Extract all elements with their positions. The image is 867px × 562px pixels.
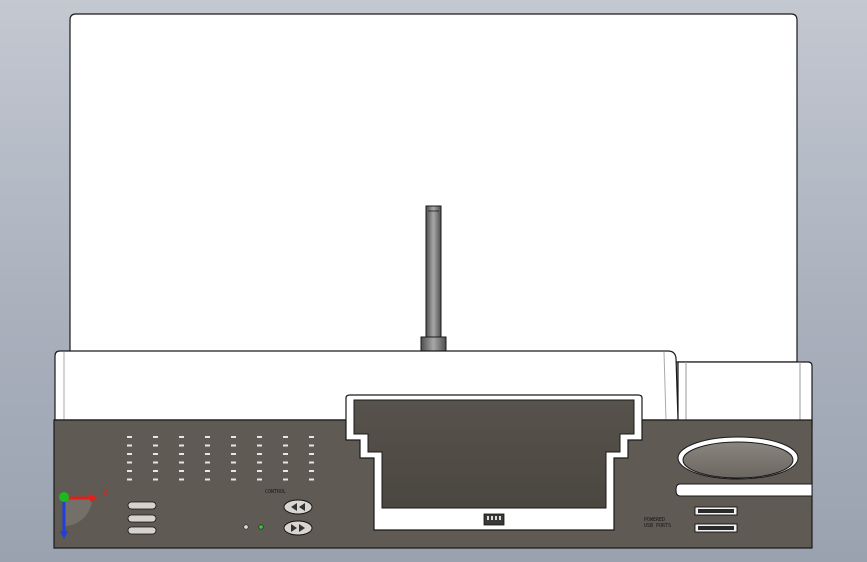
grille-hole <box>205 461 210 464</box>
grille-hole <box>283 478 288 481</box>
grille-hole <box>283 453 288 455</box>
x-axis-label: X <box>102 489 108 499</box>
grille-hole <box>231 478 236 481</box>
grille-hole <box>231 436 236 438</box>
grille-hole <box>231 444 236 447</box>
grille-hole <box>205 436 210 438</box>
grille-hole <box>179 436 184 438</box>
grille-hole <box>127 461 132 464</box>
grille-hole <box>257 444 262 447</box>
grille-hole <box>257 470 262 472</box>
grille-hole <box>205 470 210 472</box>
grille-hole <box>179 478 184 481</box>
grille-hole <box>283 461 288 464</box>
grille-hole <box>309 478 314 481</box>
right-riser-block <box>677 361 813 427</box>
grille-hole <box>231 470 236 472</box>
model-drawing: CONTROL POWERED USB PORTS X <box>53 13 813 549</box>
grille-hole <box>179 453 184 455</box>
status-led-2 <box>258 524 264 530</box>
grille-hole <box>283 436 288 438</box>
control-label: CONTROL <box>265 489 286 495</box>
grille-hole <box>127 478 132 481</box>
grille-hole <box>309 436 314 438</box>
grille-hole <box>153 470 158 472</box>
slot-buttons <box>127 501 157 535</box>
grille-hole <box>179 470 184 472</box>
right-ledge <box>675 483 813 497</box>
ports-label-line-2: USB PORTS <box>644 523 671 529</box>
grille-hole <box>127 453 132 455</box>
grille-hole <box>257 436 262 438</box>
grille-hole <box>127 470 132 472</box>
grille-hole <box>309 470 314 472</box>
grille-hole <box>309 461 314 464</box>
grille-hole <box>153 478 158 481</box>
grille-hole <box>205 453 210 455</box>
grille-hole <box>283 444 288 447</box>
grille-hole <box>231 461 236 464</box>
grille-hole <box>179 461 184 464</box>
grille-hole <box>231 453 236 455</box>
cradle-tray <box>353 399 635 509</box>
grille-hole <box>205 444 210 447</box>
cradle-connector <box>483 513 505 526</box>
grille-hole <box>257 461 262 464</box>
grille-hole <box>153 436 158 438</box>
grille-hole <box>153 444 158 447</box>
grille-hole <box>283 470 288 472</box>
grille-hole <box>257 453 262 455</box>
cad-viewport[interactable]: CONTROL POWERED USB PORTS X <box>0 0 867 562</box>
grille-hole <box>309 453 314 455</box>
status-led-1 <box>243 524 249 530</box>
grille-hole <box>153 461 158 464</box>
grille-hole <box>153 453 158 455</box>
grille-hole <box>127 436 132 438</box>
grille-hole <box>127 444 132 447</box>
round-dish <box>677 436 799 480</box>
grille-hole <box>257 478 262 481</box>
grille-hole <box>179 444 184 447</box>
grille-hole <box>205 478 210 481</box>
grille-hole <box>309 444 314 447</box>
